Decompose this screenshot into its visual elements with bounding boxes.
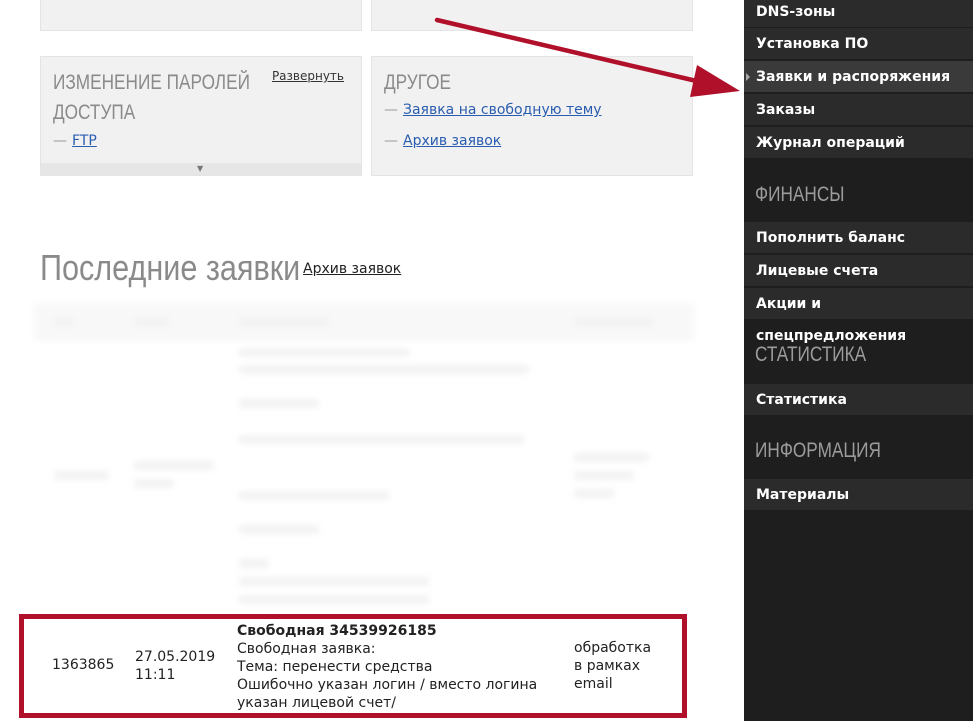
- sidebar-heading-finance: ФИНАНСЫ: [755, 183, 845, 206]
- recent-requests-title: Последние заявки: [40, 247, 301, 288]
- request-id: 1363865: [52, 657, 115, 673]
- free-request-link[interactable]: Заявка на свободную тему: [403, 102, 602, 118]
- sidebar-item-dns-zones[interactable]: DNS-зоны: [744, 0, 973, 28]
- sidebar-item-orders[interactable]: Заказы: [744, 94, 973, 126]
- chevron-down-icon: ▼: [197, 164, 204, 173]
- sidebar-item-materials[interactable]: Материалы: [744, 479, 973, 511]
- sidebar-item-requests[interactable]: Заявки и распоряжения: [744, 61, 973, 93]
- request-date: 27.05.2019 11:11: [135, 649, 216, 683]
- free-request-link-row: — Заявка на свободную тему: [384, 102, 602, 118]
- sidebar-item-operations-log[interactable]: Журнал операций: [744, 127, 973, 159]
- sidebar: DNS-зоны Установка ПО Заявки и распоряже…: [744, 0, 973, 721]
- card-top-right: [371, 0, 693, 31]
- other-card: ДРУГОЕ — Заявка на свободную тему — Архив …: [371, 56, 693, 176]
- active-marker-icon: [746, 73, 750, 81]
- other-card-title: ДРУГОЕ: [384, 71, 451, 94]
- sidebar-item-accounts[interactable]: Лицевые счета: [744, 255, 973, 287]
- card-top-left: [40, 0, 362, 31]
- archive-requests-link[interactable]: Архив заявок: [403, 133, 501, 149]
- request-text-title: Свободная 34539926185: [237, 623, 437, 639]
- sidebar-item-software-install[interactable]: Установка ПО: [744, 28, 973, 60]
- card-expand-bar[interactable]: ▼: [41, 163, 361, 175]
- sidebar-item-promotions[interactable]: Акции и спецпредложения: [744, 288, 973, 344]
- sidebar-heading-statistics: СТАТИСТИКА: [755, 343, 867, 366]
- sidebar-item-top-up[interactable]: Пополнить баланс: [744, 222, 973, 254]
- request-status: обработка в рамках email: [574, 640, 652, 692]
- ftp-link-row: — FTP: [53, 133, 97, 149]
- expand-link[interactable]: Развернуть: [272, 69, 344, 83]
- ftp-link[interactable]: FTP: [72, 133, 97, 149]
- blurred-requests-table: [34, 303, 694, 613]
- password-card-title: ИЗМЕНЕНИЕ ПАРОЛЕЙ ДОСТУПА: [53, 71, 250, 124]
- password-change-card: ИЗМЕНЕНИЕ ПАРОЛЕЙ ДОСТУПА Развернуть — FT…: [40, 56, 362, 176]
- recent-archive-link[interactable]: Архив заявок: [303, 261, 401, 277]
- sidebar-item-statistics[interactable]: Статистика: [744, 384, 973, 416]
- request-text: Свободная 34539926185 Свободная заявка: …: [237, 622, 567, 712]
- archive-requests-link-row: — Архив заявок: [384, 133, 502, 149]
- sidebar-heading-information: ИНФОРМАЦИЯ: [755, 439, 881, 462]
